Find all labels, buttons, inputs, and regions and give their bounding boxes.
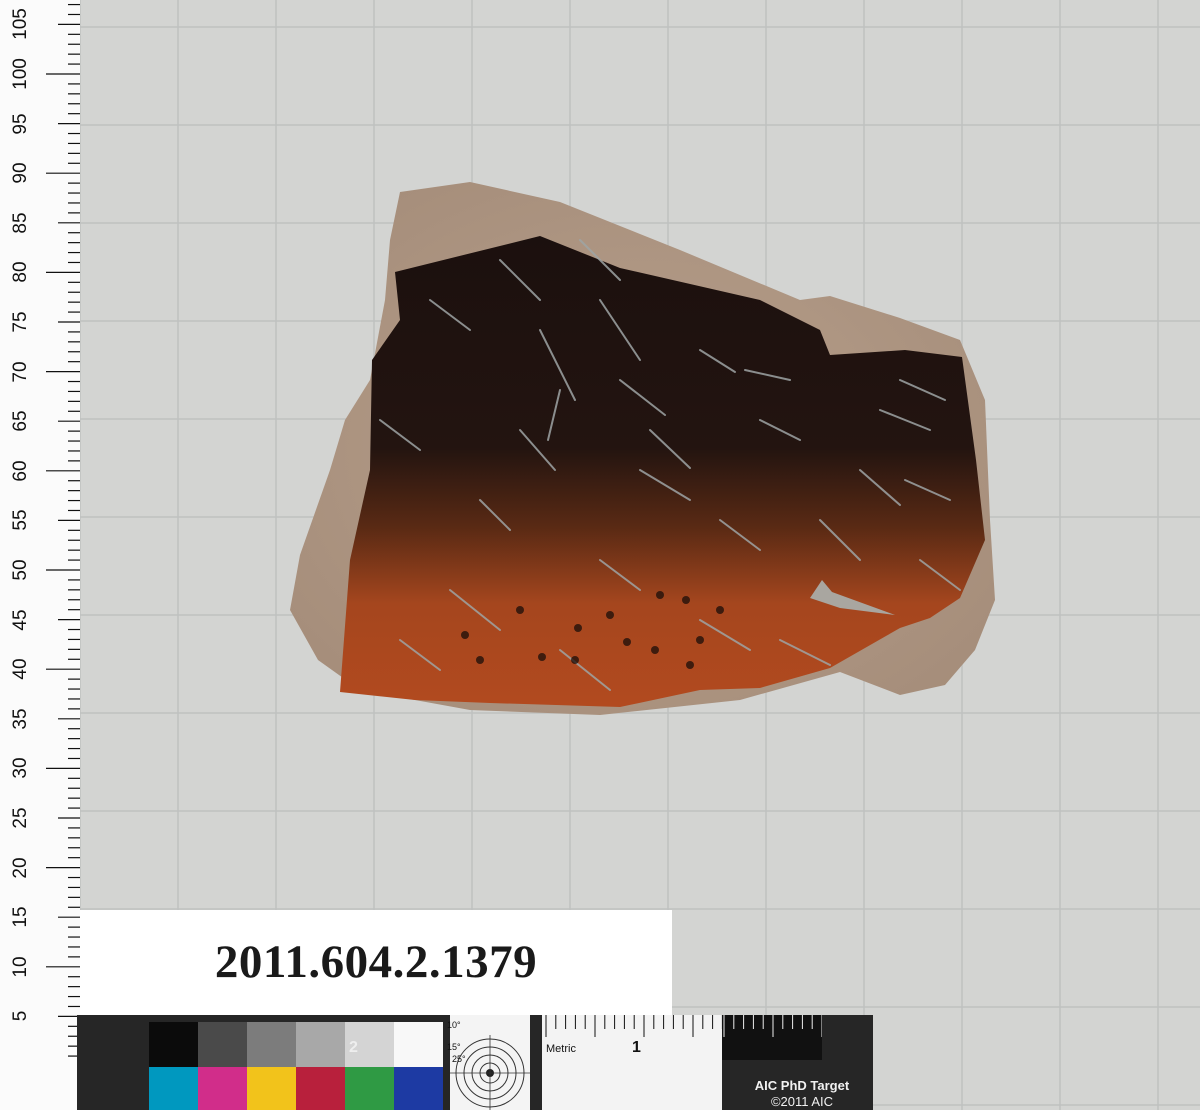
ruler-label: 90 [10, 162, 31, 184]
ruler-label: 40 [10, 658, 31, 680]
ruler-label: 45 [10, 609, 31, 631]
ruler-label: 105 [10, 8, 31, 41]
ruler-label: 100 [10, 58, 31, 90]
color-patch [198, 1067, 247, 1110]
angle-label-10: 10° [447, 1020, 461, 1030]
color-patch [296, 1067, 345, 1110]
gray-patch [247, 1022, 296, 1067]
ruler-label: 95 [10, 113, 31, 135]
angle-label-15: 15° [447, 1042, 461, 1052]
gray-patch [198, 1022, 247, 1067]
ruler-label: 35 [10, 708, 31, 730]
ruler-label: 25 [10, 807, 31, 829]
ruler-label: 80 [10, 261, 31, 283]
metric-label: Metric [546, 1043, 576, 1055]
target-copyright: ©2011 AIC [770, 1094, 834, 1109]
ruler-label: 75 [10, 311, 31, 333]
pottery-shard [290, 182, 995, 715]
angle-label-25: 25° [452, 1054, 466, 1064]
scale-number-1: 1 [632, 1039, 641, 1056]
gray-patch [394, 1022, 443, 1067]
target-caption: AIC PhD Target ©2011 AIC [727, 1078, 877, 1110]
ruler-label: 50 [10, 559, 31, 581]
target-title: AIC PhD Target [754, 1078, 850, 1093]
scale-number-2: 2 [349, 1039, 358, 1056]
gray-patch [149, 1022, 198, 1067]
accession-label-card: 2011.604.2.1379 [80, 910, 672, 1018]
ruler-label: 65 [10, 410, 31, 432]
color-patch [394, 1067, 443, 1110]
accession-number: 2011.604.2.1379 [214, 936, 538, 988]
metric-scale-bar: Metric 1 [542, 1015, 722, 1110]
ruler-label: 85 [10, 212, 31, 234]
ruler-label: 20 [10, 857, 31, 879]
ruler-label: 15 [10, 906, 31, 928]
gray-patch [296, 1022, 345, 1067]
ruler-label: 5 [10, 1011, 31, 1022]
color-patch [247, 1067, 296, 1110]
ruler-label: 70 [10, 361, 31, 383]
ruler-label: 10 [10, 956, 31, 978]
color-patch [345, 1067, 394, 1110]
metric-scale-dark-segment [722, 1015, 822, 1060]
color-patch [149, 1067, 198, 1110]
artifact-photo: 1101051009590858075706560555045403530252… [0, 0, 1200, 1110]
ruler-label: 60 [10, 460, 31, 482]
color-calibration-target: 10° 15° 25° Metric 1 2 AIC PhD Target ©2… [77, 1015, 873, 1110]
ruler-label: 55 [10, 509, 31, 531]
ruler-label: 30 [10, 757, 31, 779]
